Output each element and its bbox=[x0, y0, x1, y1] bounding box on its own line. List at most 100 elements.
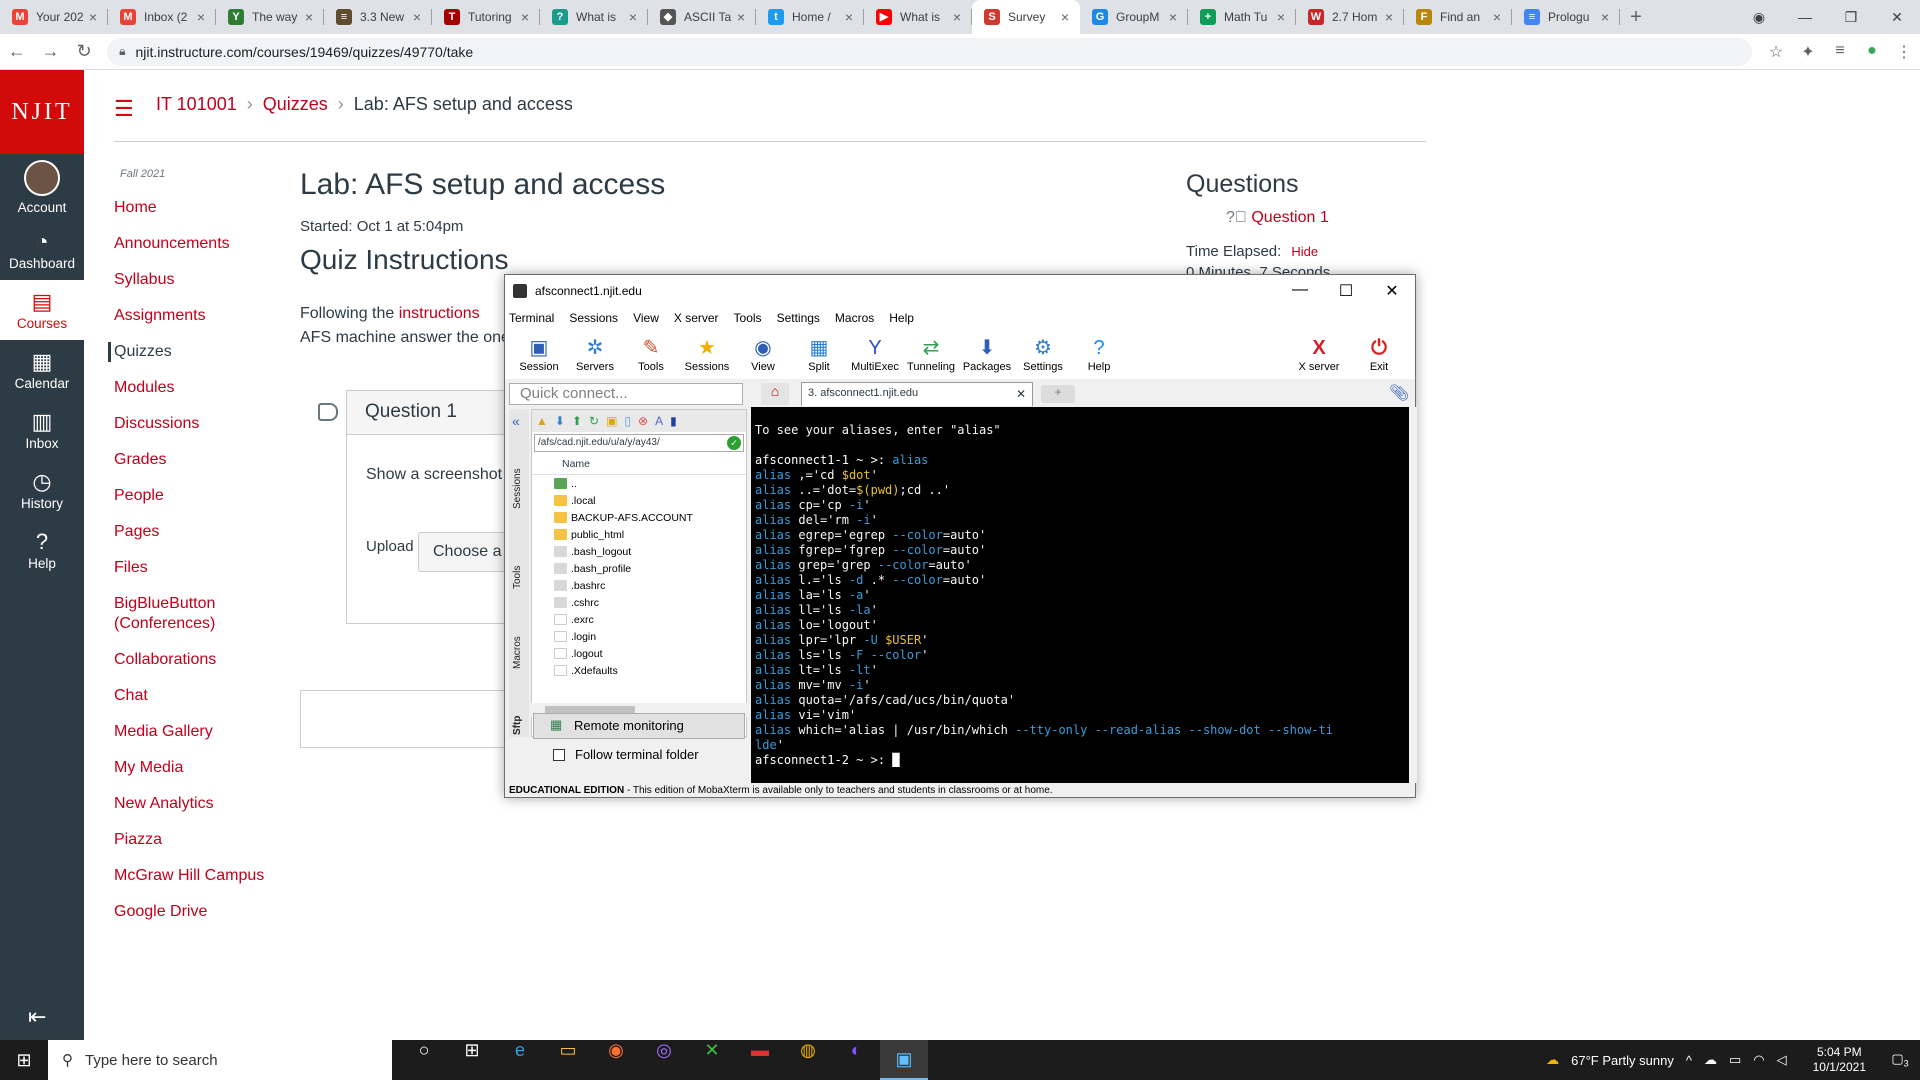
browser-tab[interactable]: M Your 202 × bbox=[0, 0, 108, 34]
tab-search-icon[interactable]: ◉ bbox=[1736, 9, 1782, 26]
toolbar-exit-button[interactable]: ⏻ Exit bbox=[1349, 335, 1409, 373]
moba-maximize-button[interactable]: ☐ bbox=[1323, 281, 1369, 301]
home-tab-icon[interactable]: ⌂ bbox=[761, 383, 789, 405]
tab-close-icon[interactable]: × bbox=[950, 9, 964, 25]
weather-text[interactable]: 67°F Partly sunny bbox=[1571, 1053, 1674, 1068]
toolbar-settings-button[interactable]: ⚙ Settings bbox=[1015, 335, 1071, 373]
close-button[interactable]: ✕ bbox=[1874, 9, 1920, 26]
back-icon[interactable]: ← bbox=[0, 41, 34, 62]
taskbar-search[interactable]: ⚲ Type here to search bbox=[48, 1040, 392, 1080]
browser-tab[interactable]: G GroupM × bbox=[1080, 0, 1188, 34]
course-nav-item[interactable]: BigBlueButton (Conferences) bbox=[114, 594, 274, 634]
browser-tab[interactable]: ▶ What is × bbox=[864, 0, 972, 34]
attachment-icon[interactable]: 📎︎ bbox=[1389, 383, 1409, 403]
course-nav-item[interactable]: Quizzes bbox=[108, 342, 274, 362]
course-nav-item[interactable]: Collaborations bbox=[114, 650, 274, 670]
taskbar-app-icon[interactable]: ✕ bbox=[688, 1040, 736, 1080]
forward-icon[interactable]: → bbox=[34, 41, 68, 62]
session-tab[interactable]: 3. afsconnect1.njit.edu ✕ bbox=[801, 382, 1033, 406]
sessions-side-tab[interactable]: Sessions bbox=[512, 468, 523, 509]
hide-timer-link[interactable]: Hide bbox=[1291, 244, 1318, 259]
bookmark-star-icon[interactable]: ☆ bbox=[1760, 42, 1792, 62]
toolbar-help-button[interactable]: ? Help bbox=[1071, 335, 1127, 373]
moba-menu-item[interactable]: Tools bbox=[734, 311, 762, 325]
file-row[interactable]: .Xdefaults bbox=[532, 662, 746, 679]
reading-list-icon[interactable]: ≡ bbox=[1824, 42, 1856, 62]
tab-close-icon[interactable]: × bbox=[842, 9, 856, 25]
path-ok-icon[interactable]: ✓ bbox=[727, 436, 741, 450]
course-nav-item[interactable]: Chat bbox=[114, 686, 274, 706]
battery-icon[interactable]: ▭ bbox=[1729, 1052, 1741, 1068]
quick-connect-input[interactable]: Quick connect... bbox=[509, 383, 743, 405]
taskbar-app-icon[interactable]: ◎ bbox=[640, 1040, 688, 1080]
browser-tab[interactable]: F Find an × bbox=[1404, 0, 1512, 34]
course-nav-item[interactable]: Assignments bbox=[114, 306, 274, 326]
course-nav-item[interactable]: My Media bbox=[114, 758, 274, 778]
global-nav-history[interactable]: ◷ History bbox=[0, 460, 84, 520]
course-nav-item[interactable]: Modules bbox=[114, 378, 274, 398]
taskbar-app-icon[interactable]: ◐ bbox=[832, 1040, 880, 1080]
wifi-icon[interactable]: ◠ bbox=[1753, 1052, 1764, 1068]
toolbar-split-button[interactable]: ▦ Split bbox=[791, 335, 847, 373]
file-row[interactable]: BACKUP-AFS.ACCOUNT bbox=[532, 509, 746, 526]
file-row[interactable]: .logout bbox=[532, 645, 746, 662]
course-nav-item[interactable]: Syllabus bbox=[114, 270, 274, 290]
toolbar-x-server-button[interactable]: X X server bbox=[1289, 335, 1349, 373]
file-row[interactable]: .login bbox=[532, 628, 746, 645]
windows-start-icon[interactable]: ⊞ bbox=[0, 1050, 48, 1071]
course-nav-item[interactable]: McGraw Hill Campus bbox=[114, 866, 274, 886]
follow-terminal-folder[interactable]: Follow terminal folder bbox=[553, 747, 699, 762]
tab-close-icon[interactable]: × bbox=[410, 9, 424, 25]
question-1-link[interactable]: ?⃝ Question 1 bbox=[1226, 209, 1330, 227]
tab-close-icon[interactable]: × bbox=[518, 9, 532, 25]
course-nav-item[interactable]: Google Drive bbox=[114, 902, 274, 922]
menu-icon[interactable]: ⋮ bbox=[1888, 42, 1920, 62]
tools-side-tab[interactable]: Tools bbox=[512, 566, 523, 589]
tab-close-icon[interactable]: × bbox=[302, 9, 316, 25]
toolbar-sessions-button[interactable]: ★ Sessions bbox=[679, 335, 735, 373]
onedrive-icon[interactable]: ☁ bbox=[1704, 1052, 1717, 1068]
course-nav-item[interactable]: Discussions bbox=[114, 414, 274, 434]
breadcrumb-course[interactable]: IT 101001 bbox=[156, 94, 237, 114]
rename-icon[interactable]: A bbox=[655, 414, 663, 428]
refresh-icon[interactable]: ↻ bbox=[589, 414, 599, 428]
new-session-tab-button[interactable]: + bbox=[1041, 385, 1075, 403]
toolbar-tunneling-button[interactable]: ⇄ Tunneling bbox=[903, 335, 959, 373]
njit-logo[interactable]: NJIT bbox=[0, 70, 84, 154]
restore-button[interactable]: ❐ bbox=[1828, 9, 1874, 26]
tab-close-icon[interactable]: × bbox=[734, 9, 748, 25]
address-bar[interactable]: 🔒︎ njit.instructure.com/courses/19469/qu… bbox=[107, 37, 1752, 66]
name-column-header[interactable]: Name bbox=[532, 454, 746, 475]
course-nav-item[interactable]: Pages bbox=[114, 522, 274, 542]
course-nav-item[interactable]: Media Gallery bbox=[114, 722, 274, 742]
moba-minimize-button[interactable]: — bbox=[1277, 281, 1323, 301]
folder-up-icon[interactable]: ▲ bbox=[536, 414, 548, 428]
file-row[interactable]: .bashrc bbox=[532, 577, 746, 594]
properties-icon[interactable]: ▮ bbox=[670, 414, 677, 428]
toolbar-session-button[interactable]: ▣ Session bbox=[511, 335, 567, 373]
browser-tab[interactable]: Y The way × bbox=[216, 0, 324, 34]
tab-close-icon[interactable]: × bbox=[1058, 9, 1072, 25]
file-row[interactable]: .bash_profile bbox=[532, 560, 746, 577]
tab-close-icon[interactable]: × bbox=[194, 9, 208, 25]
toolbar-packages-button[interactable]: ⬇ Packages bbox=[959, 335, 1015, 373]
volume-icon[interactable]: ◁ bbox=[1777, 1052, 1787, 1068]
tab-close-icon[interactable]: × bbox=[1490, 9, 1504, 25]
moba-menu-item[interactable]: View bbox=[633, 311, 659, 325]
tab-close-icon[interactable]: × bbox=[1274, 9, 1288, 25]
clock[interactable]: 5:04 PM 10/1/2021 bbox=[1813, 1045, 1866, 1075]
moba-menu-item[interactable]: Terminal bbox=[509, 311, 554, 325]
instructions-link[interactable]: instructions bbox=[399, 305, 480, 322]
collapse-nav-icon[interactable]: ⇤ bbox=[28, 1004, 46, 1030]
file-row[interactable]: .bash_logout bbox=[532, 543, 746, 560]
toolbar-tools-button[interactable]: ✎ Tools bbox=[623, 335, 679, 373]
course-nav-item[interactable]: Announcements bbox=[114, 234, 274, 254]
taskbar-app-icon[interactable]: ○ bbox=[400, 1040, 448, 1080]
browser-tab[interactable]: M Inbox (2 × bbox=[108, 0, 216, 34]
file-row[interactable]: .cshrc bbox=[532, 594, 746, 611]
taskbar-app-icon[interactable]: ◍ bbox=[784, 1040, 832, 1080]
breadcrumb-quizzes[interactable]: Quizzes bbox=[263, 94, 328, 114]
flag-question-icon[interactable] bbox=[318, 403, 338, 421]
moba-menu-item[interactable]: Sessions bbox=[569, 311, 618, 325]
toolbar-servers-button[interactable]: ✲ Servers bbox=[567, 335, 623, 373]
